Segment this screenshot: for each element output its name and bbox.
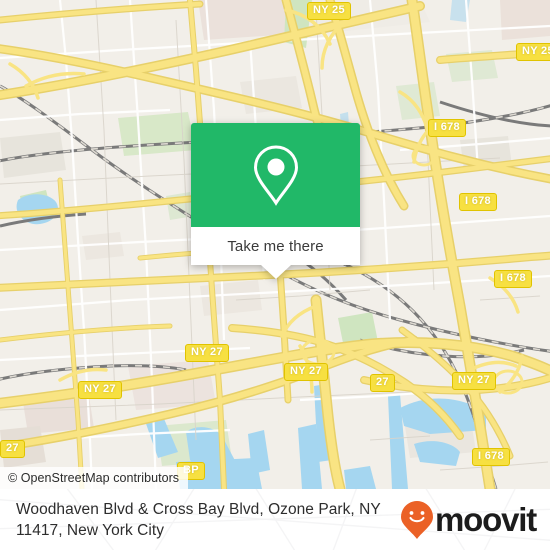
road-shield: NY 27	[185, 344, 229, 362]
road-shield: NY 25	[516, 43, 550, 61]
moovit-location-card: NY 25 NY 25 I 678 I 678 I 678 NY 27 NY 27 NY 27…	[0, 0, 550, 550]
moovit-wordmark: moovit	[435, 501, 537, 538]
road-shield: 27	[0, 440, 25, 458]
address-line-1: Woodhaven Blvd & Cross Bay Blvd, Ozone P…	[16, 500, 381, 518]
osm-attribution[interactable]: © OpenStreetMap contributors	[0, 467, 189, 489]
take-me-there-button[interactable]: Take me there	[191, 227, 360, 265]
road-shield: 27	[370, 374, 395, 392]
callout-image-panel	[191, 123, 360, 227]
road-shield: I 678	[472, 448, 510, 466]
road-shield: NY 25	[307, 2, 351, 20]
map-canvas[interactable]: NY 25 NY 25 I 678 I 678 I 678 NY 27 NY 27 NY 27…	[0, 0, 550, 489]
road-shield: NY 27	[78, 381, 122, 399]
address-text: Woodhaven Blvd & Cross Bay Blvd, Ozone P…	[16, 499, 381, 541]
moovit-logo: moovit	[400, 500, 537, 540]
location-callout[interactable]: Take me there	[191, 123, 360, 279]
address-line-2: 11417, New York City	[16, 521, 165, 539]
map-pin-icon	[253, 145, 298, 206]
footer-bar: Woodhaven Blvd & Cross Bay Blvd, Ozone P…	[0, 489, 550, 550]
moovit-pin-smiley-icon	[401, 500, 434, 539]
road-shield: I 678	[459, 193, 497, 211]
road-shield: NY 27	[452, 372, 496, 390]
road-shield: I 678	[428, 119, 466, 137]
road-shield: I 678	[494, 270, 532, 288]
road-shield: NY 27	[284, 363, 328, 381]
callout-pointer	[260, 265, 291, 279]
